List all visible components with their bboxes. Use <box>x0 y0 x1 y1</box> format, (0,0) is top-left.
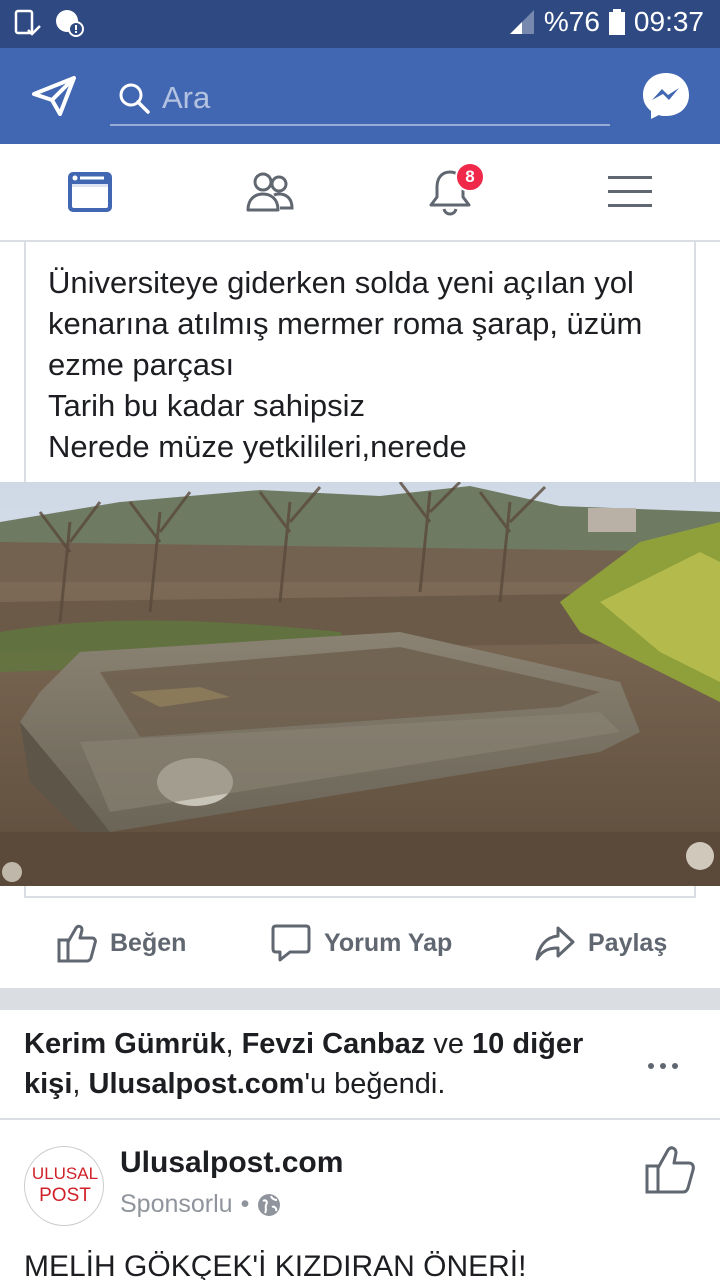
screen: %76 09:37 Ara 8 Üniversiteye giderken so… <box>0 0 720 1280</box>
share-icon <box>535 926 575 961</box>
share-label: Paylaş <box>588 928 668 957</box>
post-text-line: ezme parçası <box>48 347 235 382</box>
like-page-icon[interactable] <box>644 1144 696 1196</box>
share-button[interactable]: Paylaş <box>534 918 667 968</box>
globe-icon <box>258 1193 281 1216</box>
sponsored-label: Sponsorlu <box>120 1190 233 1218</box>
separator: , <box>72 1068 89 1100</box>
post-text-line: Üniversiteye giderken solda yeni açılan … <box>48 265 634 300</box>
post-text-line: Tarih bu kadar sahipsiz <box>48 388 366 423</box>
sponsor-page-name[interactable]: Ulusalpost.com <box>120 1146 343 1180</box>
messenger-status-icon <box>56 10 84 37</box>
messenger-icon[interactable] <box>640 70 692 122</box>
liked-suffix: 'u beğendi. <box>304 1068 446 1100</box>
post-photo[interactable] <box>0 482 720 886</box>
tab-menu[interactable] <box>540 144 720 240</box>
more-options-icon[interactable] <box>648 1056 688 1076</box>
notification-badge: 8 <box>455 162 485 192</box>
sponsored-headline[interactable]: MELİH GÖKÇEK'İ KIZDIRAN ÖNERİ! <box>24 1250 526 1280</box>
others-label[interactable]: kişi <box>24 1068 72 1100</box>
search-icon <box>119 83 150 114</box>
direct-send-icon[interactable] <box>30 72 78 120</box>
logo-top-text: ULUSAL <box>32 1164 98 1183</box>
search-input[interactable] <box>162 76 592 120</box>
battery-icon <box>608 9 625 35</box>
others-count[interactable]: 10 diğer <box>472 1028 583 1060</box>
post-text-line: kenarına atılmış mermer roma şarap, üzüm <box>48 306 643 341</box>
comment-label: Yorum Yap <box>324 928 453 957</box>
nav-tabs: 8 <box>0 144 720 242</box>
news-feed-icon <box>68 172 112 212</box>
signal-icon <box>509 10 534 34</box>
liker-name[interactable]: Fevzi Canbaz <box>242 1028 426 1060</box>
comment-button[interactable]: Yorum Yap <box>270 918 452 968</box>
hamburger-menu-icon <box>608 176 652 207</box>
battery-percent: %76 <box>543 6 600 37</box>
search-bar[interactable] <box>110 70 610 126</box>
separator: , <box>225 1028 242 1060</box>
comment-icon <box>271 924 311 962</box>
section-separator <box>0 1118 720 1120</box>
connector-text: ve <box>425 1028 473 1060</box>
page-avatar[interactable]: ULUSAL POST <box>24 1146 104 1226</box>
status-bar: %76 09:37 <box>0 0 720 48</box>
like-label: Beğen <box>110 928 187 957</box>
sponsor-meta: Sponsorlu • <box>120 1190 281 1219</box>
logo-bottom-text: POST <box>39 1185 91 1206</box>
liker-name[interactable]: Kerim Gümrük <box>24 1028 225 1060</box>
friends-icon <box>246 172 294 212</box>
status-left-icons <box>12 8 84 38</box>
thumbs-up-icon <box>57 924 97 963</box>
post-actions: Beğen Yorum Yap Paylaş <box>0 898 720 988</box>
tab-notifications[interactable] <box>360 144 540 240</box>
like-button[interactable]: Beğen <box>56 918 186 968</box>
meta-dot: • <box>240 1190 250 1218</box>
clock: 09:37 <box>633 6 704 37</box>
liked-by-text: Kerim Gümrük, Fevzi Canbaz ve 10 diğer ki… <box>24 1024 624 1104</box>
tab-news-feed[interactable] <box>0 144 180 240</box>
liked-page-name[interactable]: Ulusalpost.com <box>89 1068 305 1100</box>
post-text: Üniversiteye giderken solda yeni açılan … <box>48 262 688 467</box>
tab-friends[interactable] <box>180 144 360 240</box>
feed-divider <box>0 988 720 1010</box>
app-header <box>0 48 720 144</box>
status-right: %76 09:37 <box>508 6 704 38</box>
post-text-line: Nerede müze yetkilileri,nerede <box>48 429 467 464</box>
device-check-icon <box>14 9 41 36</box>
